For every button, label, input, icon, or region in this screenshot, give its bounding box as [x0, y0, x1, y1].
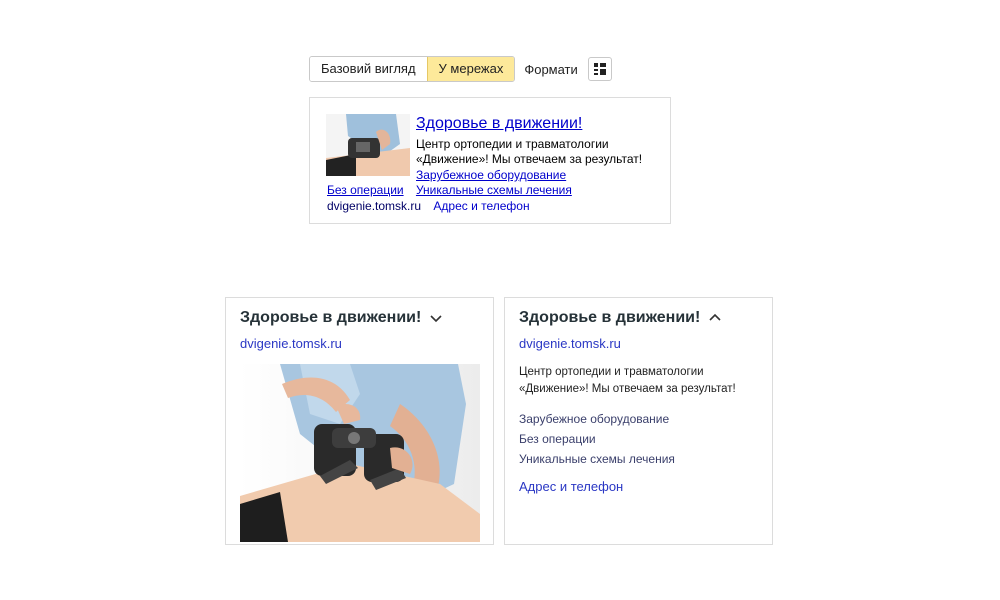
card-title-row[interactable]: Здоровье в движении!: [519, 309, 722, 327]
view-toolbar: Базовий вигляд У мережах Формати: [309, 56, 612, 82]
card-domain[interactable]: dvigenie.tomsk.ru: [519, 336, 621, 351]
view-mode-switch: Базовий вигляд У мережах: [309, 56, 516, 82]
card-title-row[interactable]: Здоровье в движении!: [240, 309, 443, 327]
ad-description: Центр ортопедии и травматологии «Движени…: [416, 137, 643, 166]
sitelink-no-surgery[interactable]: Без операции: [519, 429, 675, 449]
ad-domain[interactable]: dvigenie.tomsk.ru: [327, 199, 421, 213]
formats-label: Формати: [524, 61, 578, 77]
tab-basic-view[interactable]: Базовий вигляд: [310, 57, 427, 81]
contact-link[interactable]: Адрес и телефон: [433, 199, 529, 213]
sitelink-foreign-equipment[interactable]: Зарубежное оборудование: [519, 409, 675, 429]
ad-card-collapsed: Здоровье в движении! dvigenie.tomsk.ru: [225, 297, 494, 545]
chevron-up-icon[interactable]: [708, 313, 722, 323]
sitelink-foreign-equipment[interactable]: Зарубежное оборудование: [416, 168, 566, 182]
ad-title-link[interactable]: Здоровье в движении!: [416, 115, 582, 133]
card-title[interactable]: Здоровье в движении!: [519, 309, 700, 327]
contact-link[interactable]: Адрес и телефон: [519, 479, 623, 494]
ad-photo-image[interactable]: [240, 364, 480, 542]
sitelinks-row: Без операции Уникальные схемы лечения: [327, 183, 581, 197]
card-title[interactable]: Здоровье в движении!: [240, 309, 421, 327]
tab-in-networks[interactable]: У мережах: [426, 57, 515, 81]
sitelink-no-surgery[interactable]: Без операции: [327, 183, 404, 197]
sitelink-unique-treatment[interactable]: Уникальные схемы лечения: [416, 183, 572, 197]
card-sitelinks: Зарубежное оборудование Без операции Уни…: [519, 409, 675, 469]
card-domain[interactable]: dvigenie.tomsk.ru: [240, 336, 342, 351]
ad-thumbnail-image[interactable]: [326, 114, 410, 176]
sitelink-unique-treatment[interactable]: Уникальные схемы лечения: [519, 449, 675, 469]
chevron-down-icon[interactable]: [429, 313, 443, 323]
domain-row: dvigenie.tomsk.ru Адрес и телефон: [327, 199, 530, 213]
grid-layout-button[interactable]: [587, 57, 612, 81]
ad-card-expanded: Здоровье в движении! dvigenie.tomsk.ru Ц…: [504, 297, 773, 545]
card-description: Центр ортопедии и травматологии «Движени…: [519, 366, 736, 395]
ad-preview-small: Здоровье в движении! Центр ортопедии и т…: [309, 97, 671, 224]
